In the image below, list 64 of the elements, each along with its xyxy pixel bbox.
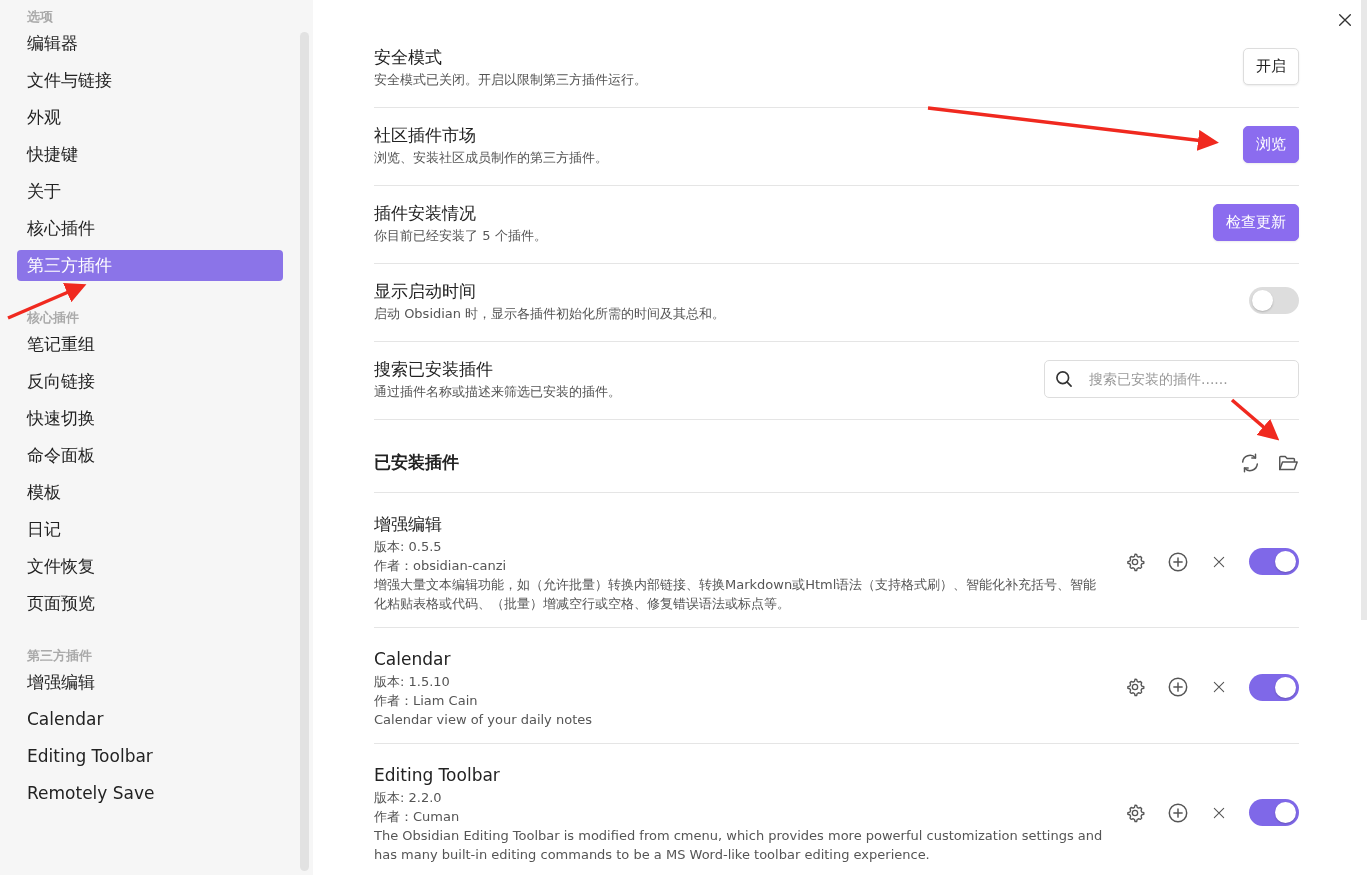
- plugin-description: 增强大量文本编辑功能，如（允许批量）转换内部链接、转换Markdown或Html语法（支持格式刷）、智能化补充括号、智能化粘贴表格或代码、（批量）增减空行或空格、修复错误语法或标点等。: [374, 575, 1098, 613]
- sidebar-item[interactable]: 笔记重组: [17, 329, 283, 360]
- setting-title: 搜索已安装插件: [374, 357, 494, 381]
- sidebar-heading: 选项: [26, 8, 54, 26]
- plugin-author: 作者：obsidian-canzi: [374, 556, 508, 575]
- settings-icon[interactable]: [1125, 551, 1145, 572]
- add-icon[interactable]: [1167, 676, 1189, 698]
- setting-description: 安全模式已关闭。开启以限制第三方插件运行。: [374, 70, 647, 89]
- section-heading: 已安装插件: [374, 451, 459, 474]
- plugin-name: Editing Toolbar: [374, 763, 501, 787]
- search-icon: [1054, 368, 1074, 389]
- close-button[interactable]: [1337, 12, 1353, 28]
- setting-title: 安全模式: [374, 45, 443, 69]
- setting-description: 启动 Obsidian 时，显示各插件初始化所需的时间及其总和。: [374, 304, 726, 323]
- sidebar-item[interactable]: 外观: [17, 102, 283, 133]
- sidebar-heading: 第三方插件: [26, 647, 93, 665]
- setting-title: 社区插件市场: [374, 123, 477, 147]
- sidebar-item[interactable]: Calendar: [17, 704, 283, 735]
- toggle-switch[interactable]: [1249, 287, 1299, 314]
- sidebar-item[interactable]: 快速切换: [17, 403, 283, 434]
- setting-description: 你目前已经安装了 5 个插件。: [374, 226, 547, 245]
- search-field[interactable]: 搜索已安装的插件......: [1044, 359, 1299, 398]
- plugin-name: Calendar: [374, 647, 452, 671]
- sidebar-item[interactable]: 文件恢复: [17, 551, 283, 582]
- setting-description: 浏览、安装社区成员制作的第三方插件。: [374, 148, 608, 167]
- add-icon[interactable]: [1167, 801, 1189, 824]
- plugin-description: The Obsidian Editing Toolbar is modified from cmenu, which provides more powerful customization settings and has many built-in editing commands to be a MS Word-like toolbar editing experience.: [374, 826, 1104, 864]
- setting-title: 显示启动时间: [374, 279, 477, 303]
- sidebar-item[interactable]: 关于: [17, 176, 283, 207]
- sidebar-item[interactable]: 第三方插件: [17, 250, 283, 281]
- plugin-version: 版本: 2.2.0: [374, 788, 443, 807]
- plugin-description: Calendar view of your daily notes: [374, 710, 592, 729]
- plugin-version: 版本: 1.5.10: [374, 672, 451, 691]
- sidebar-item[interactable]: Editing Toolbar: [17, 741, 283, 772]
- action-button[interactable]: 浏览: [1243, 126, 1299, 163]
- setting-title: 插件安装情况: [374, 201, 477, 225]
- sidebar-item[interactable]: 命令面板: [17, 440, 283, 471]
- toggle-switch[interactable]: [1249, 799, 1299, 826]
- settings-icon[interactable]: [1125, 677, 1145, 697]
- sidebar-item[interactable]: 反向链接: [17, 366, 283, 397]
- plugin-author: 作者：Cuman: [374, 807, 461, 826]
- sidebar-item[interactable]: 增强编辑: [17, 667, 283, 698]
- sidebar-item[interactable]: 快捷键: [17, 139, 283, 170]
- annotation-arrow: [1230, 398, 1280, 441]
- plugin-version: 版本: 0.5.5: [374, 537, 443, 556]
- sidebar-item[interactable]: 编辑器: [17, 28, 283, 59]
- sidebar-item[interactable]: Remotely Save: [17, 778, 283, 809]
- add-icon[interactable]: [1167, 550, 1189, 573]
- setting-description: 通过插件名称或描述来筛选已安装的插件。: [374, 382, 621, 401]
- sidebar-heading: 核心插件: [26, 309, 80, 327]
- sidebar-item[interactable]: 日记: [17, 514, 283, 545]
- sidebar-item[interactable]: 模板: [17, 477, 283, 508]
- sidebar-item[interactable]: 核心插件: [17, 213, 283, 244]
- plugin-name: 增强编辑: [374, 512, 443, 536]
- settings-icon[interactable]: [1125, 802, 1145, 823]
- sidebar-item[interactable]: 文件与链接: [17, 65, 283, 96]
- plugin-author: 作者：Liam Cain: [374, 691, 479, 710]
- toggle-switch[interactable]: [1249, 548, 1299, 575]
- close-icon[interactable]: [1211, 679, 1227, 695]
- sidebar-item[interactable]: 页面预览: [17, 588, 283, 619]
- action-button[interactable]: 开启: [1243, 48, 1299, 85]
- toggle-switch[interactable]: [1249, 673, 1299, 701]
- refresh-icon[interactable]: [1239, 451, 1261, 474]
- action-button[interactable]: 检查更新: [1213, 204, 1299, 241]
